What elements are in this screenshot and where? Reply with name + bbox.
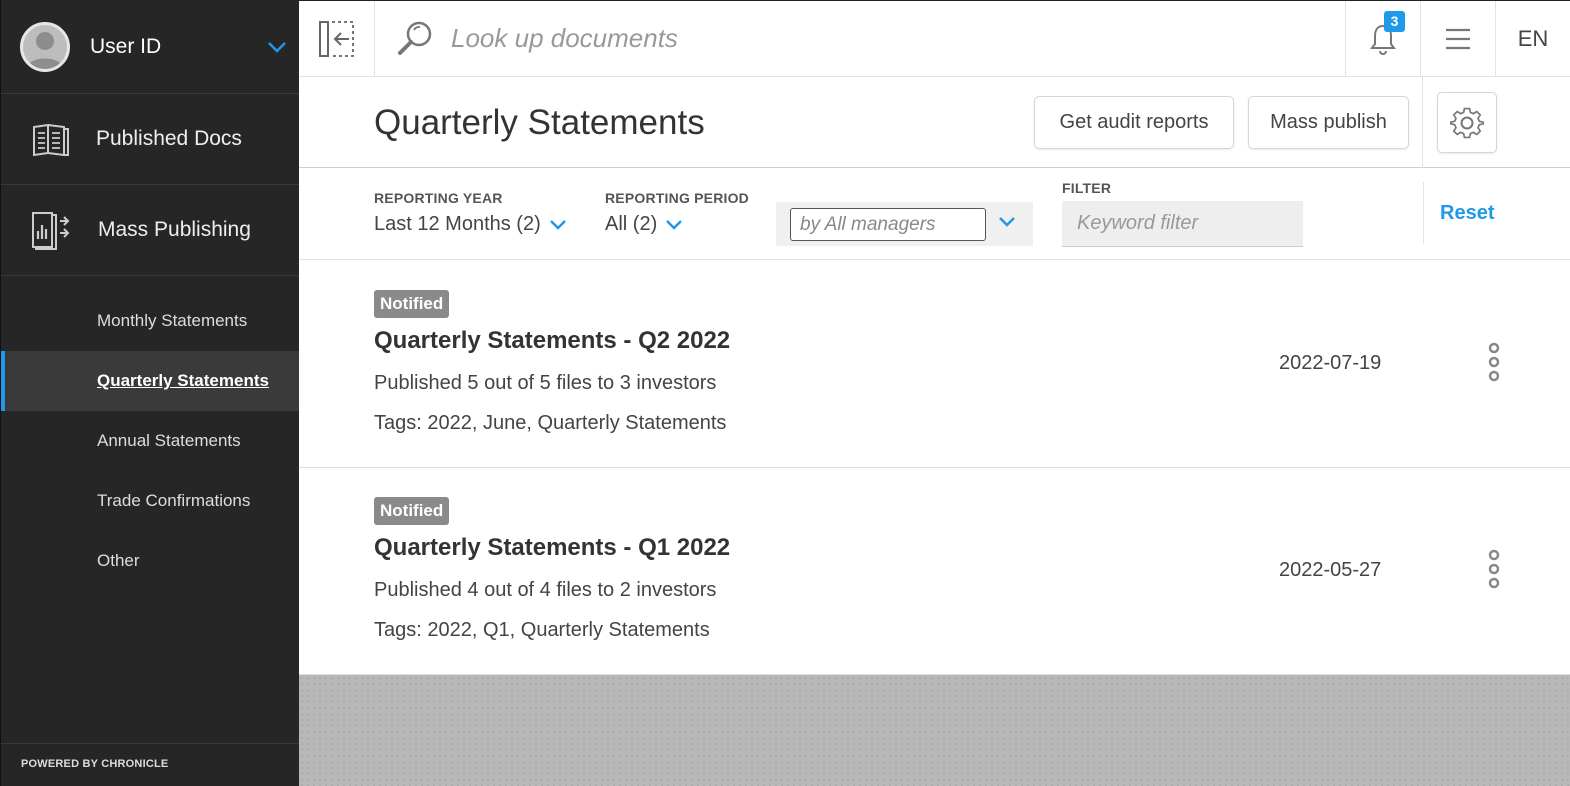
document-summary: Published 5 out of 5 files to 3 investor… (374, 372, 717, 394)
status-badge: Notified (374, 497, 450, 525)
user-silhouette-icon (27, 31, 63, 69)
sidebar-item-quarterly-statements[interactable]: Quarterly Statements (1, 351, 299, 411)
more-options-icon[interactable] (1482, 342, 1506, 382)
published-docs-icon (33, 123, 69, 157)
get-audit-reports-button[interactable]: Get audit reports (1034, 96, 1234, 149)
powered-by-footer: POWERED BY CHRONICLE (1, 743, 299, 786)
manager-select (776, 202, 1033, 246)
document-date: 2022-05-27 (1279, 559, 1382, 581)
sidebar-item-trade-confirmations[interactable]: Trade Confirmations (1, 471, 299, 531)
language-label: EN (1517, 25, 1549, 51)
header-divider (1422, 77, 1423, 168)
collapse-sidebar-icon (318, 20, 354, 57)
nav-published-docs[interactable]: Published Docs (1, 94, 299, 185)
status-badge: Notified (374, 290, 450, 318)
gear-icon (1449, 107, 1485, 138)
page-title: Quarterly Statements (374, 103, 705, 142)
nav-published-docs-label: Published Docs (96, 127, 242, 150)
user-name: User ID (90, 34, 162, 58)
sidebar-item-annual-statements[interactable]: Annual Statements (1, 411, 299, 471)
sidebar-item-monthly-statements[interactable]: Monthly Statements (1, 291, 299, 351)
chevron-down-icon (666, 220, 683, 230)
nav-mass-publishing[interactable]: Mass Publishing (1, 185, 299, 276)
reporting-period-label: REPORTING PERIOD (605, 190, 749, 206)
document-list: Notified Quarterly Statements - Q2 2022 … (299, 261, 1570, 675)
search-bar (375, 1, 1345, 76)
mass-publishing-icon (32, 212, 70, 250)
page-header: Quarterly Statements Get audit reports M… (299, 77, 1570, 168)
notifications-button[interactable]: 3 (1345, 0, 1420, 77)
chevron-down-icon[interactable] (267, 41, 287, 53)
language-selector[interactable]: EN (1495, 0, 1570, 77)
list-item[interactable]: Notified Quarterly Statements - Q2 2022 … (299, 261, 1570, 468)
user-menu[interactable]: User ID (1, 0, 299, 94)
search-icon[interactable] (395, 19, 435, 59)
document-summary: Published 4 out of 4 files to 2 investor… (374, 579, 717, 601)
filter-label: FILTER (1062, 180, 1112, 196)
menu-button[interactable] (1420, 0, 1495, 77)
reset-filters-link[interactable]: Reset (1440, 202, 1494, 225)
chevron-down-icon (549, 220, 566, 230)
nav-mass-publishing-label: Mass Publishing (98, 218, 251, 241)
chevron-down-icon[interactable] (998, 216, 1016, 227)
mass-publish-button[interactable]: Mass publish (1248, 96, 1409, 149)
document-tags: Tags: 2022, June, Quarterly Statements (374, 412, 727, 434)
list-item[interactable]: Notified Quarterly Statements - Q1 2022 … (299, 468, 1570, 675)
filters-divider (1423, 182, 1424, 244)
hamburger-menu-icon (1446, 28, 1470, 49)
avatar (20, 21, 70, 72)
reporting-year-label: REPORTING YEAR (374, 190, 503, 206)
document-tags: Tags: 2022, Q1, Quarterly Statements (374, 619, 710, 641)
settings-button[interactable] (1437, 92, 1497, 153)
reporting-period-value: All (2) (605, 213, 658, 235)
filters-bar: REPORTING YEAR Last 12 Months (2) REPORT… (299, 168, 1570, 260)
document-title[interactable]: Quarterly Statements - Q2 2022 (374, 327, 730, 355)
collapse-sidebar-button[interactable] (299, 0, 375, 77)
manager-select-input[interactable] (790, 208, 986, 241)
top-bar: 3 EN (299, 0, 1570, 77)
reporting-year-value: Last 12 Months (2) (374, 213, 541, 235)
reporting-period-dropdown[interactable]: All (2) (605, 213, 683, 236)
document-date: 2022-07-19 (1279, 352, 1382, 374)
keyword-filter-input[interactable] (1062, 201, 1303, 247)
search-input[interactable] (451, 23, 951, 54)
notification-count-badge: 3 (1384, 10, 1405, 32)
sidebar: User ID Published Docs Mass Publishing M… (0, 0, 299, 786)
document-title[interactable]: Quarterly Statements - Q1 2022 (374, 534, 730, 562)
reporting-year-dropdown[interactable]: Last 12 Months (2) (374, 213, 567, 236)
more-options-icon[interactable] (1482, 549, 1506, 589)
sidebar-item-other[interactable]: Other (1, 531, 299, 591)
empty-area-background (299, 675, 1570, 786)
